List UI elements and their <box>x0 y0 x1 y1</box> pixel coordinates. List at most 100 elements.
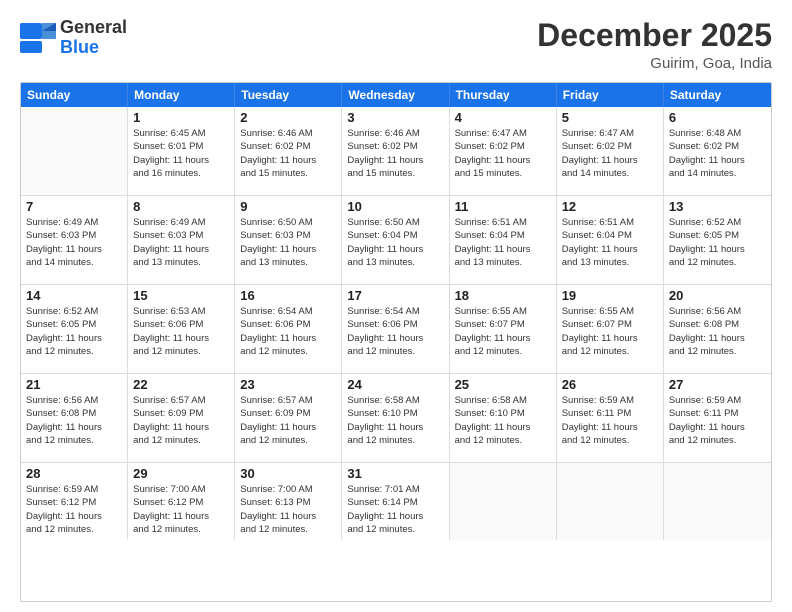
day-number: 2 <box>240 110 336 125</box>
calendar-cell: 16 Sunrise: 6:54 AM Sunset: 6:06 PM Dayli… <box>235 285 342 373</box>
title-section: December 2025 Guirim, Goa, India <box>537 18 772 72</box>
day-info: Sunrise: 6:49 AM Sunset: 6:03 PM Dayligh… <box>133 216 229 269</box>
header: General Blue December 2025 Guirim, Goa, … <box>20 18 772 72</box>
calendar-cell: 21 Sunrise: 6:56 AM Sunset: 6:08 PM Dayli… <box>21 374 128 462</box>
day-number: 25 <box>455 377 551 392</box>
calendar-row-2: 7 Sunrise: 6:49 AM Sunset: 6:03 PM Daylig… <box>21 196 771 285</box>
day-number: 14 <box>26 288 122 303</box>
day-number: 8 <box>133 199 229 214</box>
header-thursday: Thursday <box>450 83 557 107</box>
calendar-cell: 7 Sunrise: 6:49 AM Sunset: 6:03 PM Daylig… <box>21 196 128 284</box>
day-number: 20 <box>669 288 766 303</box>
day-info: Sunrise: 6:48 AM Sunset: 6:02 PM Dayligh… <box>669 127 766 180</box>
calendar-cell: 18Sunrise: 6:55 AM Sunset: 6:07 PM Dayli… <box>450 285 557 373</box>
calendar-row-1: 1Sunrise: 6:45 AM Sunset: 6:01 PM Daylig… <box>21 107 771 196</box>
calendar-body: 1Sunrise: 6:45 AM Sunset: 6:01 PM Daylig… <box>21 107 771 540</box>
calendar-cell: 2 Sunrise: 6:46 AM Sunset: 6:02 PM Daylig… <box>235 107 342 195</box>
day-info: Sunrise: 6:47 AM Sunset: 6:02 PM Dayligh… <box>455 127 551 180</box>
day-info: Sunrise: 6:58 AM Sunset: 6:10 PM Dayligh… <box>347 394 443 447</box>
day-number: 19 <box>562 288 658 303</box>
day-number: 13 <box>669 199 766 214</box>
calendar-cell: 29Sunrise: 7:00 AM Sunset: 6:12 PM Dayli… <box>128 463 235 540</box>
day-info: Sunrise: 6:54 AM Sunset: 6:06 PM Dayligh… <box>347 305 443 358</box>
day-number: 21 <box>26 377 122 392</box>
day-number: 29 <box>133 466 229 481</box>
logo-general: General <box>60 17 127 37</box>
day-number: 18 <box>455 288 551 303</box>
day-number: 30 <box>240 466 336 481</box>
day-info: Sunrise: 6:49 AM Sunset: 6:03 PM Dayligh… <box>26 216 122 269</box>
calendar-cell: 10 Sunrise: 6:50 AM Sunset: 6:04 PM Dayli… <box>342 196 449 284</box>
calendar-cell: 12 Sunrise: 6:51 AM Sunset: 6:04 PM Dayli… <box>557 196 664 284</box>
calendar-cell: 25Sunrise: 6:58 AM Sunset: 6:10 PM Dayli… <box>450 374 557 462</box>
calendar-cell: 14 Sunrise: 6:52 AM Sunset: 6:05 PM Dayli… <box>21 285 128 373</box>
day-info: Sunrise: 6:52 AM Sunset: 6:05 PM Dayligh… <box>26 305 122 358</box>
day-number: 9 <box>240 199 336 214</box>
header-friday: Friday <box>557 83 664 107</box>
calendar-cell: 27Sunrise: 6:59 AM Sunset: 6:11 PM Dayli… <box>664 374 771 462</box>
location: Guirim, Goa, India <box>537 55 772 72</box>
calendar-cell: 11Sunrise: 6:51 AM Sunset: 6:04 PM Dayli… <box>450 196 557 284</box>
day-info: Sunrise: 6:55 AM Sunset: 6:07 PM Dayligh… <box>562 305 658 358</box>
day-number: 23 <box>240 377 336 392</box>
calendar-cell: 4 Sunrise: 6:47 AM Sunset: 6:02 PM Daylig… <box>450 107 557 195</box>
day-info: Sunrise: 6:56 AM Sunset: 6:08 PM Dayligh… <box>669 305 766 358</box>
logo-icon <box>20 23 56 53</box>
day-info: Sunrise: 6:59 AM Sunset: 6:11 PM Dayligh… <box>562 394 658 447</box>
logo: General Blue <box>20 18 127 58</box>
header-tuesday: Tuesday <box>235 83 342 107</box>
calendar-cell: 1Sunrise: 6:45 AM Sunset: 6:01 PM Daylig… <box>128 107 235 195</box>
calendar-cell <box>21 107 128 195</box>
calendar-cell: 26 Sunrise: 6:59 AM Sunset: 6:11 PM Dayli… <box>557 374 664 462</box>
calendar: Sunday Monday Tuesday Wednesday Thursday… <box>20 82 772 602</box>
day-number: 24 <box>347 377 443 392</box>
day-info: Sunrise: 6:57 AM Sunset: 6:09 PM Dayligh… <box>133 394 229 447</box>
page: General Blue December 2025 Guirim, Goa, … <box>0 0 792 612</box>
day-number: 10 <box>347 199 443 214</box>
day-info: Sunrise: 6:46 AM Sunset: 6:02 PM Dayligh… <box>347 127 443 180</box>
day-number: 27 <box>669 377 766 392</box>
calendar-header: Sunday Monday Tuesday Wednesday Thursday… <box>21 83 771 107</box>
day-info: Sunrise: 6:52 AM Sunset: 6:05 PM Dayligh… <box>669 216 766 269</box>
calendar-cell: 19 Sunrise: 6:55 AM Sunset: 6:07 PM Dayli… <box>557 285 664 373</box>
calendar-cell: 9Sunrise: 6:50 AM Sunset: 6:03 PM Daylig… <box>235 196 342 284</box>
day-number: 7 <box>26 199 122 214</box>
calendar-cell: 20 Sunrise: 6:56 AM Sunset: 6:08 PM Dayli… <box>664 285 771 373</box>
day-number: 16 <box>240 288 336 303</box>
day-info: Sunrise: 6:51 AM Sunset: 6:04 PM Dayligh… <box>455 216 551 269</box>
day-info: Sunrise: 6:57 AM Sunset: 6:09 PM Dayligh… <box>240 394 336 447</box>
day-number: 28 <box>26 466 122 481</box>
day-number: 31 <box>347 466 443 481</box>
day-number: 17 <box>347 288 443 303</box>
header-sunday: Sunday <box>21 83 128 107</box>
day-number: 15 <box>133 288 229 303</box>
day-number: 4 <box>455 110 551 125</box>
header-wednesday: Wednesday <box>342 83 449 107</box>
logo-blue: Blue <box>60 37 99 57</box>
day-info: Sunrise: 6:47 AM Sunset: 6:02 PM Dayligh… <box>562 127 658 180</box>
day-info: Sunrise: 6:46 AM Sunset: 6:02 PM Dayligh… <box>240 127 336 180</box>
day-number: 12 <box>562 199 658 214</box>
day-number: 3 <box>347 110 443 125</box>
day-number: 6 <box>669 110 766 125</box>
calendar-cell: 5Sunrise: 6:47 AM Sunset: 6:02 PM Daylig… <box>557 107 664 195</box>
calendar-cell: 24 Sunrise: 6:58 AM Sunset: 6:10 PM Dayli… <box>342 374 449 462</box>
day-info: Sunrise: 6:54 AM Sunset: 6:06 PM Dayligh… <box>240 305 336 358</box>
calendar-cell: 23 Sunrise: 6:57 AM Sunset: 6:09 PM Dayli… <box>235 374 342 462</box>
calendar-cell: 30 Sunrise: 7:00 AM Sunset: 6:13 PM Dayli… <box>235 463 342 540</box>
day-info: Sunrise: 6:53 AM Sunset: 6:06 PM Dayligh… <box>133 305 229 358</box>
calendar-cell: 3 Sunrise: 6:46 AM Sunset: 6:02 PM Daylig… <box>342 107 449 195</box>
day-info: Sunrise: 6:51 AM Sunset: 6:04 PM Dayligh… <box>562 216 658 269</box>
calendar-cell: 13 Sunrise: 6:52 AM Sunset: 6:05 PM Dayli… <box>664 196 771 284</box>
calendar-row-5: 28Sunrise: 6:59 AM Sunset: 6:12 PM Dayli… <box>21 463 771 540</box>
calendar-cell: 22 Sunrise: 6:57 AM Sunset: 6:09 PM Dayli… <box>128 374 235 462</box>
day-number: 1 <box>133 110 229 125</box>
day-info: Sunrise: 6:56 AM Sunset: 6:08 PM Dayligh… <box>26 394 122 447</box>
calendar-cell: 15 Sunrise: 6:53 AM Sunset: 6:06 PM Dayli… <box>128 285 235 373</box>
calendar-row-4: 21 Sunrise: 6:56 AM Sunset: 6:08 PM Dayli… <box>21 374 771 463</box>
calendar-cell: 28Sunrise: 6:59 AM Sunset: 6:12 PM Dayli… <box>21 463 128 540</box>
day-number: 26 <box>562 377 658 392</box>
day-info: Sunrise: 7:00 AM Sunset: 6:13 PM Dayligh… <box>240 483 336 536</box>
day-number: 22 <box>133 377 229 392</box>
day-info: Sunrise: 6:50 AM Sunset: 6:04 PM Dayligh… <box>347 216 443 269</box>
